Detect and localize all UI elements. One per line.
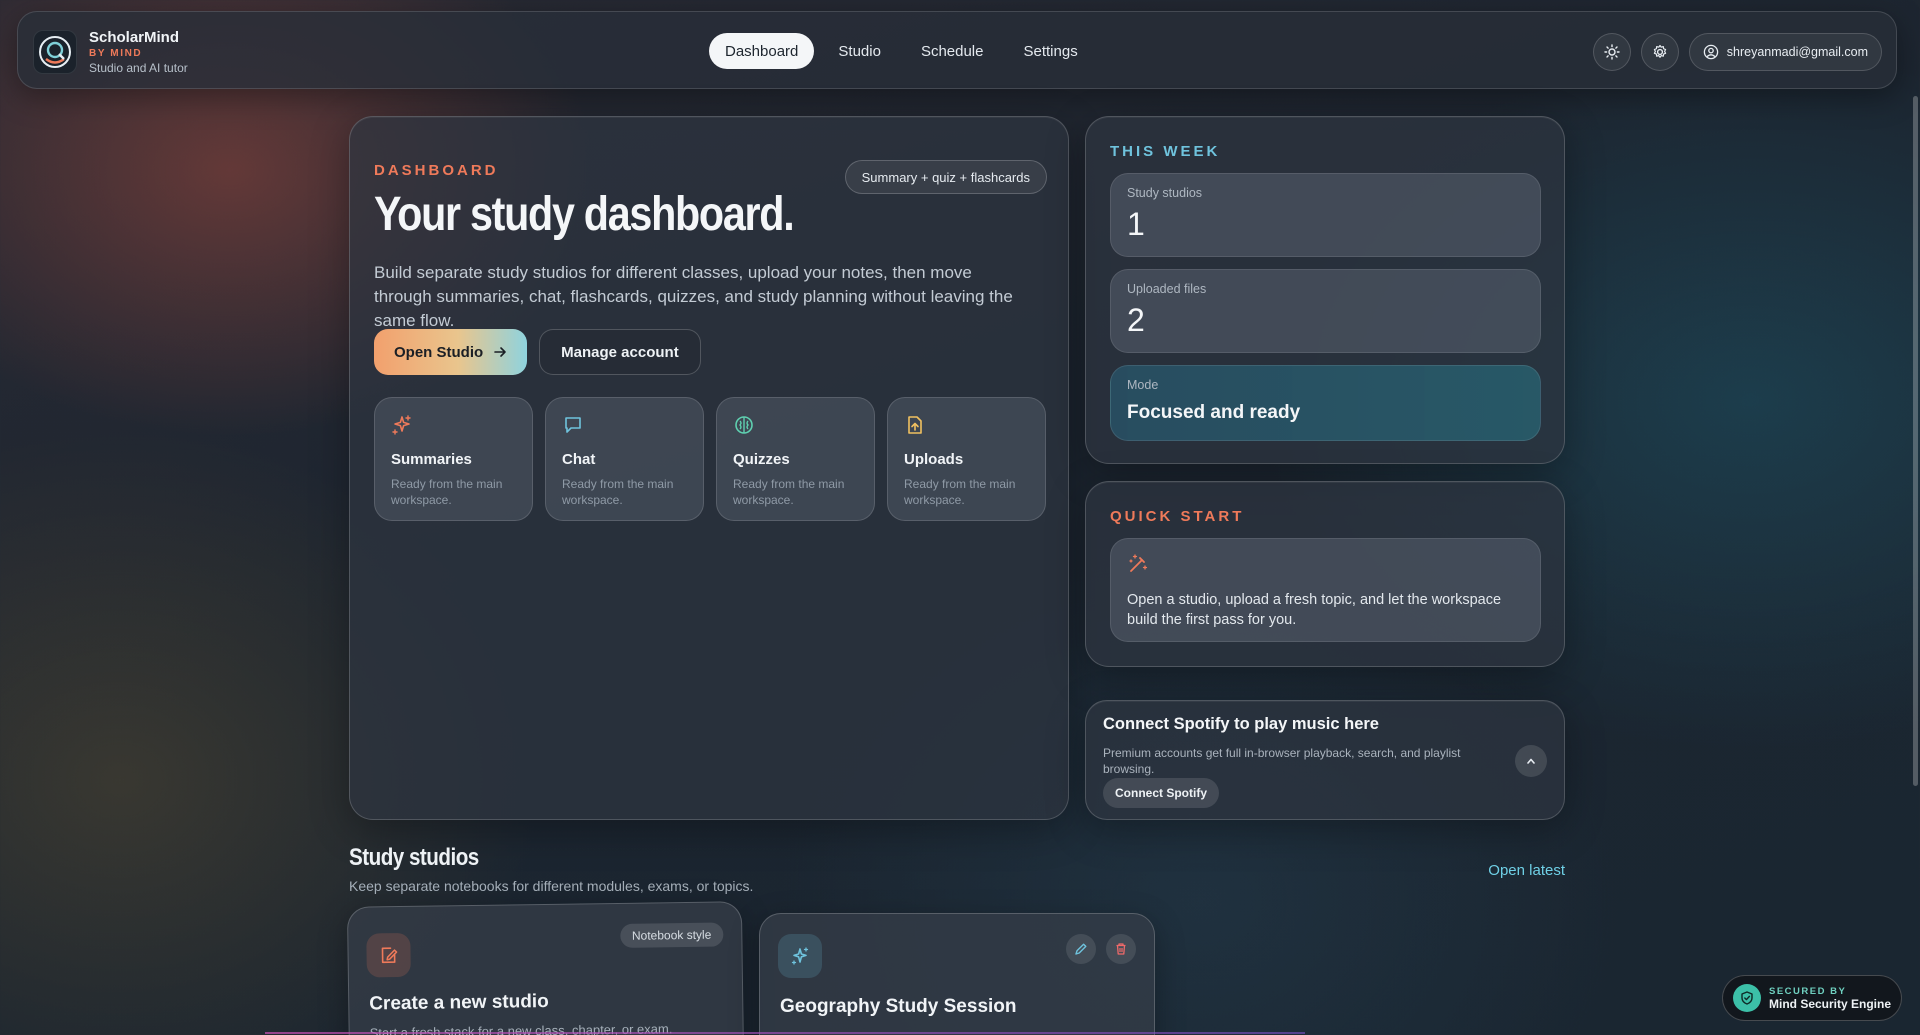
magic-wand-icon [1129,554,1148,572]
studios-subtitle: Keep separate notebooks for different mo… [349,878,754,894]
quick-start-panel: QUICK START Open a studio, upload a fres… [1085,481,1565,667]
studio-card[interactable]: Geography Study Session [759,913,1155,1035]
sun-icon [1604,44,1620,60]
feature-title: Summaries [391,451,472,468]
feature-title: Uploads [904,451,964,468]
quick-start-card[interactable]: Open a studio, upload a fresh topic, and… [1110,538,1541,642]
feature-desc: Ready from the main workspace. [562,477,674,507]
chevron-up-icon [1527,758,1535,764]
feature-cards: Summaries Ready from the main workspace.… [374,397,1046,521]
manage-account-button[interactable]: Manage account [539,329,701,375]
collapse-button[interactable] [1515,745,1547,777]
stat-study-studios: Study studios 1 [1110,173,1541,257]
sparkle-icon [392,415,411,435]
page-scrollbar[interactable] [1913,96,1918,786]
page-title: Your study dashboard. [374,188,795,241]
connect-spotify-button[interactable]: Connect Spotify [1103,778,1219,808]
dashboard-eyebrow: DASHBOARD [374,162,499,179]
new-studio-icon-wrap [366,932,411,978]
stat-label: Uploaded files [1127,282,1207,296]
quick-start-eyebrow: QUICK START [1110,508,1245,525]
settings-button[interactable] [1640,33,1679,71]
main-nav: Dashboard Studio Schedule Settings [709,33,1094,69]
bottom-divider [265,1032,1305,1034]
edit-note-icon [381,947,398,964]
brand-logo [33,30,77,74]
theme-toggle-button[interactable] [1592,33,1631,71]
studio-icon-wrap [778,934,822,978]
sparkle-icon [791,947,809,965]
stat-label: Study studios [1127,186,1203,200]
feature-title: Chat [562,451,596,468]
stat-value: 1 [1127,206,1145,242]
edit-studio-button[interactable] [1066,934,1096,964]
user-circle-icon [1703,44,1719,60]
feature-desc: Ready from the main workspace. [391,477,503,507]
open-latest-link[interactable]: Open latest [1488,862,1565,879]
feature-desc: Ready from the main workspace. [733,477,845,507]
nav-dashboard[interactable]: Dashboard [709,33,815,69]
nav-schedule[interactable]: Schedule [905,33,1000,69]
create-studio-card[interactable]: Notebook style Create a new studio Start… [346,901,745,1035]
nav-studio[interactable]: Studio [822,33,897,69]
stat-uploaded-files: Uploaded files 2 [1110,269,1541,353]
security-engine-name: Mind Security Engine [1769,996,1892,1011]
trash-icon [1116,943,1126,955]
create-studio-title: Create a new studio [369,990,549,1015]
delete-studio-button[interactable] [1106,934,1136,964]
studios-title: Study studios [349,844,479,871]
open-studio-button[interactable]: Open Studio [374,329,528,375]
account-email: shreyanmadi@gmail.com [1726,45,1868,59]
feature-card-uploads[interactable]: Uploads Ready from the main workspace. [887,397,1046,521]
quick-start-text: Open a studio, upload a fresh topic, and… [1127,592,1502,628]
dashboard-panel: DASHBOARD Summary + quiz + flashcards Yo… [349,116,1069,820]
spotify-title: Connect Spotify to play music here [1103,715,1379,733]
feature-card-quizzes[interactable]: Quizzes Ready from the main workspace. [716,397,875,521]
this-week-panel: THIS WEEK Study studios 1 Uploaded files… [1085,116,1565,464]
gear-icon [1653,44,1666,58]
brand[interactable]: ScholarMind BY MIND Studio and AI tutor [33,29,188,75]
nav-settings[interactable]: Settings [1008,33,1094,69]
stat-label: Mode [1127,378,1159,392]
dashboard-intro: Build separate study studios for differe… [374,263,1013,330]
studio-title: Geography Study Session [780,996,1017,1017]
file-upload-icon [908,416,922,434]
spotify-desc: Premium accounts get full in-browser pla… [1103,746,1461,776]
spotify-panel: Connect Spotify to play music here Premi… [1085,700,1565,820]
stat-value: 2 [1127,302,1145,338]
feature-desc: Ready from the main workspace. [904,477,1016,507]
stat-value: Focused and ready [1127,402,1301,423]
feature-chip: Summary + quiz + flashcards [844,160,1047,194]
this-week-eyebrow: THIS WEEK [1110,143,1221,160]
top-navbar: ScholarMind BY MIND Studio and AI tutor … [17,11,1897,89]
chat-icon [565,417,581,433]
notebook-style-chip: Notebook style [619,922,724,948]
feature-card-chat[interactable]: Chat Ready from the main workspace. [545,397,704,521]
feature-title: Quizzes [733,451,790,468]
pencil-icon [1075,943,1087,955]
secured-by-label: SECURED BY [1769,985,1847,997]
shield-check-icon [1733,984,1761,1012]
arrow-right-icon [494,347,506,357]
brand-tagline: Studio and AI tutor [89,61,188,75]
feature-card-summaries[interactable]: Summaries Ready from the main workspace. [374,397,533,521]
brain-icon [735,416,753,434]
open-studio-label: Open Studio [394,343,484,361]
secured-badge: SECURED BY Mind Security Engine [1722,975,1902,1021]
brand-byline: BY MIND [89,48,143,59]
account-button[interactable]: shreyanmadi@gmail.com [1688,33,1882,71]
stat-mode: Mode Focused and ready [1110,365,1541,441]
brand-name: ScholarMind [89,29,180,46]
